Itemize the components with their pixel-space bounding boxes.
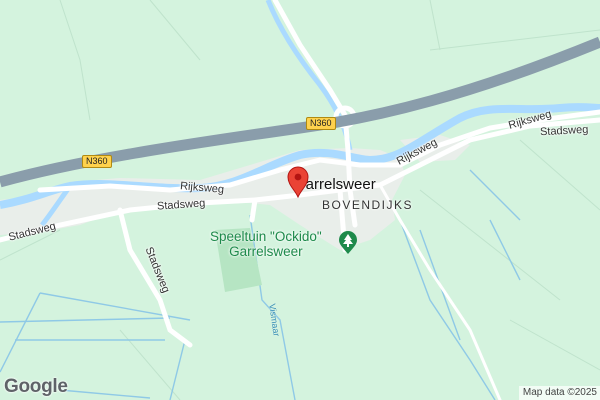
map-attribution[interactable]: Map data ©2025 (518, 386, 600, 400)
poi-label[interactable]: Speeltuin "Ockido" Garrelsweer (210, 229, 322, 259)
road-label-stadsweg-right: Stadsweg (539, 123, 589, 139)
highway-shield-center: N360 (306, 117, 336, 130)
map-canvas[interactable]: N360 N360 Rijksweg Rijksweg Rijksweg Sta… (0, 0, 600, 400)
district-label: BOVENDIJKS (322, 198, 414, 212)
highway-shield-left: N360 (82, 155, 112, 168)
map-pin-icon[interactable] (287, 166, 309, 198)
poi-label-line2: Garrelsweer (229, 244, 303, 259)
google-logo[interactable]: Google (4, 376, 68, 398)
poi-label-line1: Speeltuin "Ockido" (210, 229, 322, 244)
map-base-layer (0, 0, 600, 400)
tree-icon[interactable] (338, 231, 358, 255)
